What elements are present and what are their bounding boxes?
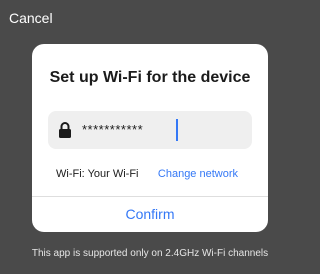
text-caret [176,119,178,141]
wifi-setup-dialog: Set up Wi-Fi for the device *********** … [32,44,268,232]
wifi-network-label: Wi-Fi: Your Wi-Fi [56,168,139,180]
confirm-button[interactable]: Confirm [32,197,268,232]
support-note: This app is supported only on 2.4GHz Wi-… [31,248,269,259]
password-field[interactable]: *********** [48,111,252,149]
cancel-button[interactable]: Cancel [9,9,53,27]
lock-icon [58,122,72,138]
change-network-link[interactable]: Change network [158,167,238,181]
password-value: *********** [82,122,144,137]
dialog-title: Set up Wi-Fi for the device [49,69,251,86]
